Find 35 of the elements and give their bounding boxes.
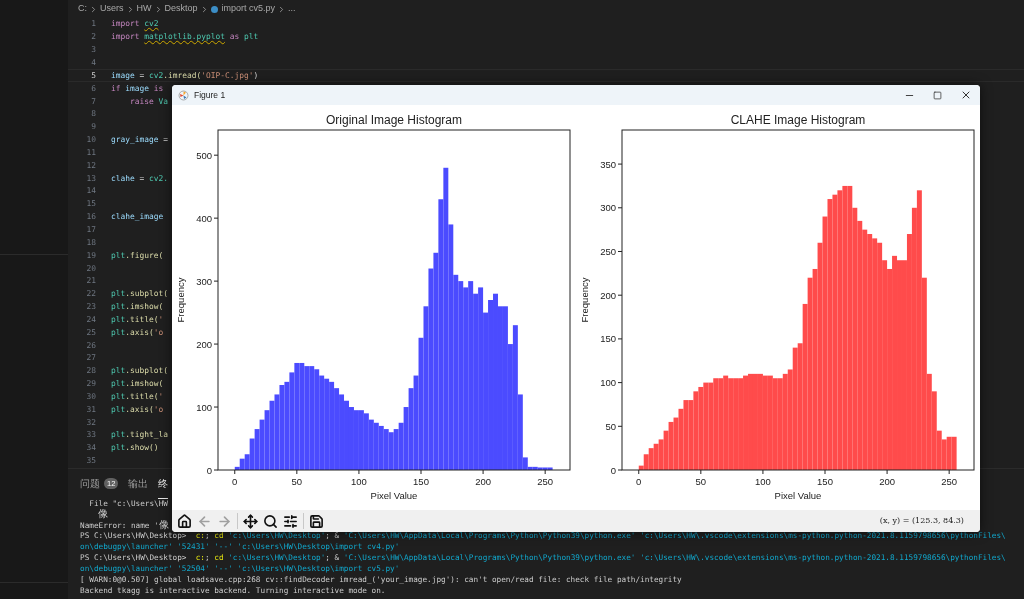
x-axis-label: Pixel Value xyxy=(370,490,418,501)
x-tick-label: 0 xyxy=(636,476,642,487)
y-tick-label: 100 xyxy=(196,401,212,413)
x-tick-label: 100 xyxy=(755,476,771,487)
y-tick-label: 250 xyxy=(600,246,616,257)
y-tick-label: 500 xyxy=(196,149,212,161)
x-tick-label: 150 xyxy=(817,476,833,487)
y-tick-label: 0 xyxy=(206,464,212,476)
x-tick-label: 250 xyxy=(941,476,958,487)
y-axis-label: Frequency xyxy=(579,277,590,323)
terminal-line: 像 xyxy=(97,509,109,521)
y-tick-label: 200 xyxy=(196,338,212,350)
cursor-coordinates: (x, y) = (125.3, 84.3) xyxy=(879,515,964,527)
y-tick-label: 400 xyxy=(196,212,212,224)
y-tick-label: 150 xyxy=(600,333,616,345)
x-tick-label: 100 xyxy=(351,476,367,487)
x-tick-label: 0 xyxy=(232,476,238,487)
y-tick-label: 200 xyxy=(600,289,616,301)
y-tick-label: 300 xyxy=(600,202,616,214)
y-axis-label: Frequency xyxy=(175,277,186,323)
x-tick-label: 150 xyxy=(413,476,429,487)
y-tick-label: 350 xyxy=(600,158,616,170)
chart-title: Original Image Histogram xyxy=(325,113,463,127)
x-axis-label: Pixel Value xyxy=(774,490,822,501)
x-tick-label: 50 xyxy=(291,476,303,487)
chart-title: CLAHE Image Histogram xyxy=(730,113,866,127)
y-tick-label: 300 xyxy=(196,275,212,287)
y-tick-label: 50 xyxy=(605,420,616,432)
x-tick-label: 200 xyxy=(475,476,491,487)
y-tick-label: 0 xyxy=(610,464,616,476)
x-tick-label: 200 xyxy=(879,476,895,487)
x-tick-label: 50 xyxy=(695,476,707,487)
y-tick-label: 100 xyxy=(600,377,616,389)
x-tick-label: 250 xyxy=(537,476,554,487)
window-title: Figure 1 xyxy=(194,88,226,102)
